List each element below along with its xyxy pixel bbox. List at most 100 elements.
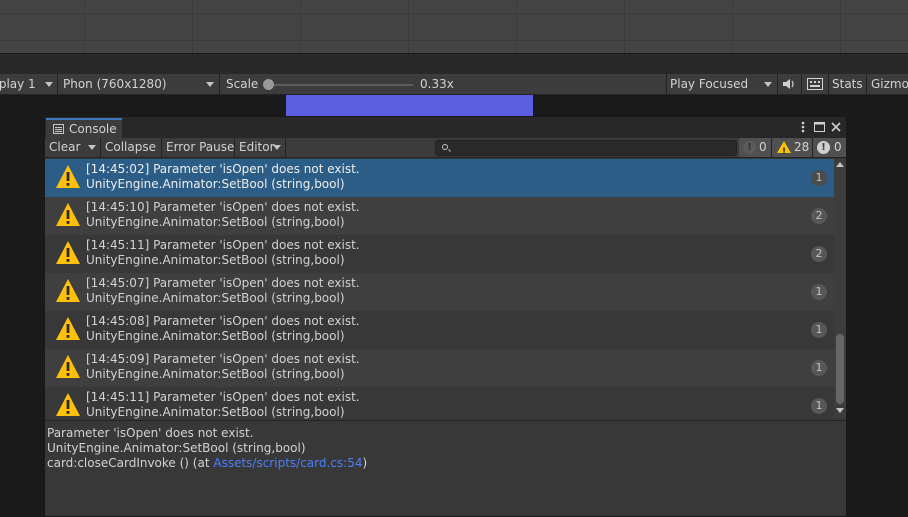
scale-label: Scale [226,77,259,91]
log-count-badge: 1 [811,322,827,338]
log-count-badge: 1 [811,284,827,300]
tab-console[interactable]: Console [46,118,122,138]
log-count-badge: 1 [811,170,827,186]
close-button[interactable] [829,119,843,135]
resolution-chevron-down-icon [206,82,214,87]
close-icon [831,122,841,132]
log-entry[interactable]: [14:45:02] Parameter 'isOpen' does not e… [45,159,834,197]
toolbar-divider [57,74,58,95]
warning-icon: ! [777,141,791,157]
warning-icon [56,393,80,416]
detail-stack-suffix: ) [362,456,368,470]
resolution-label: Phon (760x1280) [63,77,167,91]
log-message-line: [14:45:07] Parameter 'isOpen' does not e… [86,276,360,290]
warning-count: 28 [794,140,810,154]
log-count-badge: 1 [811,360,827,376]
scale-slider-track[interactable] [269,84,413,86]
toolbar-divider [666,74,667,95]
scrollbar-thumb[interactable] [836,334,844,404]
scene-view [0,0,908,54]
search-input[interactable] [435,140,737,156]
gizmos-button[interactable]: Gizmos [871,74,908,95]
scroll-up-arrow-icon[interactable] [836,162,844,167]
log-entry[interactable]: [14:45:11] Parameter 'isOpen' does not e… [45,235,834,273]
console-icon [53,124,64,134]
error-pause-toggle[interactable]: Error Pause [162,138,234,157]
editor-dropdown[interactable]: Editor [235,138,285,157]
console-titlebar: Console [45,117,846,138]
more-options-icon[interactable] [796,119,810,135]
log-scrollbar[interactable] [834,159,846,418]
maximize-button[interactable] [812,119,826,135]
log-message-line: [14:45:08] Parameter 'isOpen' does not e… [86,314,360,328]
clear-button[interactable]: Clear [45,138,85,157]
collapse-toggle[interactable]: Collapse [101,138,161,157]
detail-stack-prefix: card:closeCardInvoke () (at [47,456,214,470]
log-stack-line: UnityEngine.Animator:SetBool (string,boo… [86,291,345,305]
log-message-line: [14:45:10] Parameter 'isOpen' does not e… [86,200,360,214]
kebab-menu-icon [801,121,805,133]
error-icon: ! [817,141,830,154]
shortcuts-button[interactable] [806,74,826,95]
log-stack-line: UnityEngine.Animator:SetBool (string,boo… [86,253,345,267]
log-entry[interactable]: [14:45:08] Parameter 'isOpen' does not e… [45,311,834,349]
scale-slider-thumb[interactable] [263,79,274,90]
resolution-dropdown[interactable]: Phon (760x1280) [63,74,218,95]
warning-icon [56,203,80,226]
toolbar-divider [777,74,778,95]
warning-filter-toggle[interactable]: ! 28 [772,138,812,157]
log-entry[interactable]: [14:45:09] Parameter 'isOpen' does not e… [45,349,834,387]
console-toolbar: Clear Collapse Error Pause Editor ! 0 ! … [45,138,846,158]
keyboard-icon [807,78,823,90]
warning-icon [56,355,80,378]
log-stack-line: UnityEngine.Animator:SetBool (string,boo… [86,215,345,229]
tab-console-label: Console [69,122,117,136]
error-count: 0 [834,140,842,154]
console-window: Console Clear Collapse Error Pause Edito… [44,116,847,517]
stats-button[interactable]: Stats [832,74,863,95]
detail-message: Parameter 'isOpen' does not exist. [47,426,254,440]
log-message-line: [14:45:09] Parameter 'isOpen' does not e… [86,352,360,366]
warning-icon [56,241,80,264]
warning-icon [56,279,80,302]
game-render-preview [286,95,533,117]
speaker-icon [783,79,794,89]
game-view-toolbar: Display 1 Phon (760x1280) Scale 0.33x Pl… [0,74,908,95]
chevron-down-icon [88,145,96,150]
script-source-link[interactable]: Assets/scripts/card.cs:54 [213,456,362,470]
log-message: [14:45:09] Parameter 'isOpen' does not e… [86,352,360,382]
log-entry[interactable]: [14:45:07] Parameter 'isOpen' does not e… [45,273,834,311]
log-entry[interactable]: [14:45:10] Parameter 'isOpen' does not e… [45,197,834,235]
toolbar-divider [828,74,829,95]
clear-options-dropdown[interactable] [85,138,99,157]
log-message: [14:45:08] Parameter 'isOpen' does not e… [86,314,360,344]
toolbar-divider [866,74,867,95]
detail-stack-line: card:closeCardInvoke () (at Assets/scrip… [47,456,367,471]
detail-stack-line: UnityEngine.Animator:SetBool (string,boo… [47,441,306,455]
log-message-line: [14:45:11] Parameter 'isOpen' does not e… [86,238,360,252]
play-mode-label: Play Focused [670,77,749,91]
toolbar-divider [285,138,286,157]
log-message: [14:45:07] Parameter 'isOpen' does not e… [86,276,360,306]
chevron-down-icon [273,145,281,150]
log-message: [14:45:11] Parameter 'isOpen' does not e… [86,238,360,268]
log-message: [14:45:11] Parameter 'isOpen' does not e… [86,390,360,420]
mute-audio-button[interactable] [781,74,799,95]
warning-icon [56,165,80,188]
log-count-badge: 1 [811,398,827,414]
display-label: Display 1 [0,77,36,91]
log-stack-line: UnityEngine.Animator:SetBool (string,boo… [86,329,345,343]
log-message: [14:45:10] Parameter 'isOpen' does not e… [86,200,360,230]
play-mode-dropdown[interactable]: Play Focused [670,74,776,95]
log-stack-line: UnityEngine.Animator:SetBool (string,boo… [86,367,345,381]
log-message: [14:45:02] Parameter 'isOpen' does not e… [86,162,360,192]
editor-gap [0,54,908,74]
log-list: [14:45:02] Parameter 'isOpen' does not e… [45,159,834,425]
info-filter-toggle[interactable]: ! 0 [739,138,771,157]
toolbar-divider [219,74,220,95]
scroll-down-arrow-icon[interactable] [836,408,844,413]
log-stack-line: UnityEngine.Animator:SetBool (string,boo… [86,177,345,191]
toolbar-divider [801,74,802,95]
error-filter-toggle[interactable]: ! 0 [813,138,846,157]
scale-value: 0.33x [420,77,454,91]
